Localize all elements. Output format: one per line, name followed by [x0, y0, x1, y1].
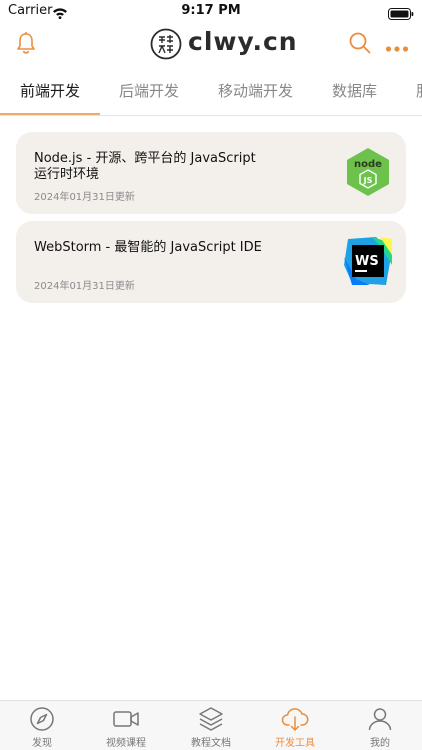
- tool-update-date: 2024年01月31日更新: [34, 281, 135, 292]
- active-tab-indicator: [0, 113, 100, 115]
- bottom-tab-label: 视频课程: [106, 738, 146, 749]
- tab-server[interactable]: 服: [416, 80, 422, 101]
- tool-title: Node.js - 开源、跨平台的 JavaScript 运行时环境: [34, 151, 256, 182]
- svg-text:WS: WS: [355, 254, 379, 269]
- tab-database[interactable]: 数据库: [332, 80, 377, 101]
- bell-icon[interactable]: [15, 31, 37, 59]
- more-icon[interactable]: [385, 38, 409, 57]
- cloud-download-icon: [281, 708, 309, 731]
- tool-card-webstorm[interactable]: WebStorm - 最智能的 JavaScript IDE 2024年01月3…: [16, 221, 406, 303]
- bottom-tab-profile[interactable]: 我的: [338, 701, 422, 750]
- bottom-tab-bar: 发现 视频课程 教程文档 开发工具 我的: [0, 700, 422, 750]
- svg-text:node: node: [354, 159, 382, 170]
- bottom-tab-video-courses[interactable]: 视频课程: [84, 701, 168, 750]
- bottom-tab-label: 教程文档: [191, 738, 231, 749]
- webstorm-icon: WS: [342, 235, 394, 287]
- seal-logo-icon: [150, 28, 182, 64]
- tab-frontend[interactable]: 前端开发: [20, 80, 80, 101]
- compass-icon: [30, 707, 54, 731]
- nav-bar: clwy.cn: [0, 22, 422, 66]
- nodejs-icon: node JS: [342, 146, 394, 198]
- tool-card-nodejs[interactable]: Node.js - 开源、跨平台的 JavaScript 运行时环境 2024年…: [16, 132, 406, 214]
- tool-title: WebStorm - 最智能的 JavaScript IDE: [34, 240, 262, 255]
- category-tabs: 前端开发 后端开发 移动端开发 数据库 服: [0, 66, 422, 116]
- user-icon: [368, 708, 392, 731]
- logo-text: clwy.cn: [188, 27, 298, 56]
- status-bar: Carrier 9:17 PM: [0, 0, 422, 22]
- bottom-tab-dev-tools[interactable]: 开发工具: [253, 701, 337, 750]
- layers-icon: [199, 707, 223, 731]
- app-logo: clwy.cn: [150, 26, 297, 64]
- tab-mobile[interactable]: 移动端开发: [218, 80, 293, 101]
- video-icon: [113, 711, 139, 727]
- bottom-tab-label: 我的: [370, 738, 390, 749]
- search-icon[interactable]: [348, 31, 372, 59]
- tool-update-date: 2024年01月31日更新: [34, 192, 135, 203]
- tab-backend[interactable]: 后端开发: [119, 80, 179, 101]
- status-time: 9:17 PM: [181, 3, 241, 18]
- svg-text:JS: JS: [363, 176, 373, 185]
- bottom-tab-label: 发现: [32, 738, 52, 749]
- bottom-tab-discover[interactable]: 发现: [0, 701, 84, 750]
- bottom-tab-label: 开发工具: [275, 738, 315, 749]
- bottom-tab-docs[interactable]: 教程文档: [169, 701, 253, 750]
